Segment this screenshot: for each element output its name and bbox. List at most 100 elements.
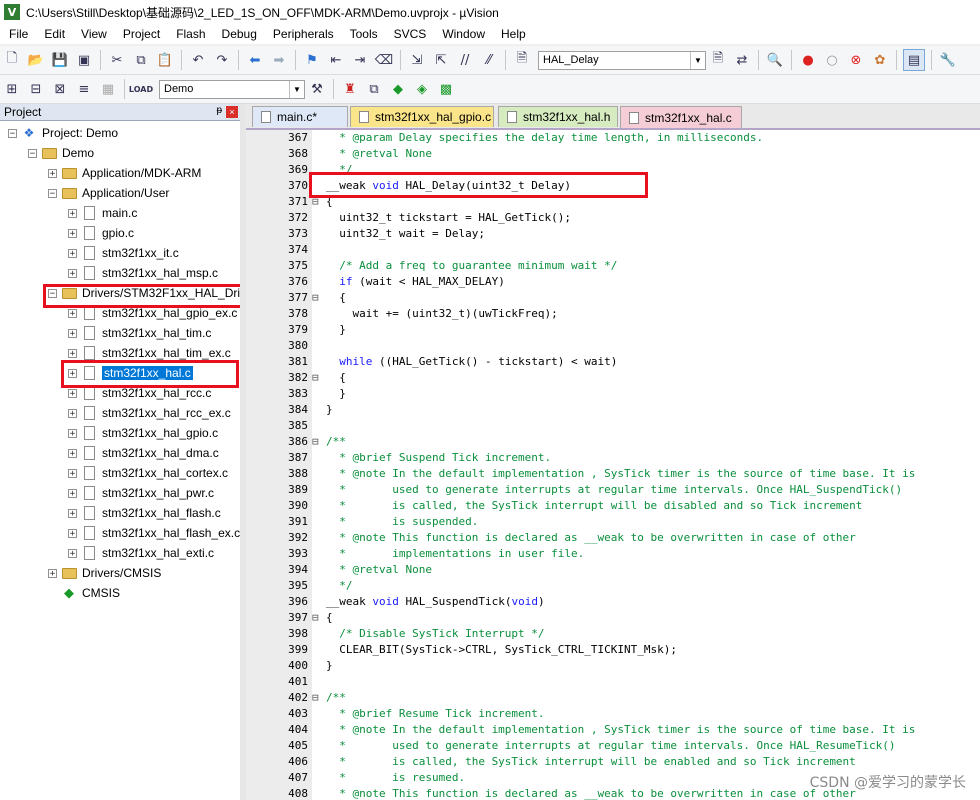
uncomment-icon[interactable]: ⁄⁄ [479, 50, 499, 70]
menu-tools[interactable]: Tools [341, 27, 385, 41]
tree-item-demo[interactable]: − Demo [28, 143, 94, 163]
batch-build-icon[interactable]: ≡ [74, 79, 94, 99]
expand-icon[interactable]: + [68, 488, 77, 498]
collapse-icon[interactable]: − [8, 128, 17, 138]
menu-svcs[interactable]: SVCS [385, 27, 434, 41]
fold-marker-icon[interactable]: ⊟ [312, 434, 322, 450]
collapse-icon[interactable]: − [28, 148, 37, 158]
fold-marker-icon[interactable]: ⊟ [312, 290, 322, 306]
menu-file[interactable]: File [0, 27, 35, 41]
menu-debug[interactable]: Debug [213, 27, 264, 41]
tree-item-application-user[interactable]: − Application/User [48, 183, 169, 203]
tree-item-stm32f1xx-hal-exti-c[interactable]: + stm32f1xx_hal_exti.c [68, 543, 214, 563]
translate-icon[interactable]: ⊞ [2, 79, 22, 99]
next-bookmark-icon[interactable]: ⇥ [350, 50, 370, 70]
manage-rte-icon[interactable]: ◈ [412, 79, 432, 99]
bookmark-icon[interactable]: ⚑ [302, 50, 322, 70]
chevron-down-icon[interactable]: ▼ [289, 80, 304, 98]
expand-icon[interactable]: + [68, 308, 77, 318]
expand-icon[interactable]: + [68, 528, 77, 538]
pin-icon[interactable]: ᵽ [216, 105, 222, 116]
chevron-down-icon[interactable]: ▼ [690, 51, 705, 69]
expand-icon[interactable]: + [68, 468, 77, 478]
fold-marker-icon[interactable]: ⊟ [312, 610, 322, 626]
tree-item-cmsis[interactable]: ◆ CMSIS [48, 583, 120, 603]
unindent-icon[interactable]: ⇱ [431, 50, 451, 70]
expand-icon[interactable] [48, 589, 57, 598]
code-editor[interactable]: 367 * @param Delay specifies the delay t… [246, 130, 980, 800]
breakpoint-icon[interactable]: ● [798, 50, 818, 70]
cut-icon[interactable]: ✂ [107, 50, 127, 70]
menu-window[interactable]: Window [433, 27, 492, 41]
build-icon[interactable]: ⊟ [26, 79, 46, 99]
menu-peripherals[interactable]: Peripherals [264, 27, 341, 41]
paste-icon[interactable]: 📋 [155, 50, 175, 70]
file-extensions-icon[interactable]: ⧉ [364, 79, 384, 99]
save-icon[interactable]: 💾 [50, 50, 70, 70]
menu-help[interactable]: Help [492, 27, 533, 41]
expand-icon[interactable]: + [68, 328, 77, 338]
tree-item-stm32f1xx-hal-dma-c[interactable]: + stm32f1xx_hal_dma.c [68, 443, 219, 463]
tree-item-drivers-cmsis[interactable]: + Drivers/CMSIS [48, 563, 161, 583]
tab-stm32f1xx-hal-c[interactable]: stm32f1xx_hal.c [620, 106, 742, 128]
tab-stm32f1xx-hal-gpio-c[interactable]: stm32f1xx_hal_gpio.c [350, 106, 494, 127]
expand-icon[interactable]: + [68, 428, 77, 438]
stop-build-icon[interactable]: ▦ [98, 79, 118, 99]
indent-icon[interactable]: ⇲ [407, 50, 427, 70]
expand-icon[interactable]: + [48, 568, 57, 578]
download-icon[interactable]: LOAD [129, 79, 153, 99]
menu-project[interactable]: Project [114, 27, 167, 41]
tab-main-c-[interactable]: main.c* [252, 106, 348, 127]
disable-breakpoint-icon[interactable]: ○ [822, 50, 842, 70]
fold-marker-icon[interactable]: ⊟ [312, 690, 322, 706]
tree-item-application-mdk-arm[interactable]: + Application/MDK-ARM [48, 163, 201, 183]
expand-icon[interactable]: + [68, 248, 77, 258]
tree-item-stm32f1xx-hal-tim-c[interactable]: + stm32f1xx_hal_tim.c [68, 323, 211, 343]
clear-bookmarks-icon[interactable]: ⌫ [374, 50, 394, 70]
save-all-icon[interactable]: ▣ [74, 50, 94, 70]
kill-breakpoints-icon[interactable]: ⊗ [846, 50, 866, 70]
select-packs-icon[interactable]: ◆ [388, 79, 408, 99]
expand-icon[interactable]: + [68, 208, 77, 218]
close-icon[interactable]: × [226, 106, 238, 118]
manage-project-icon[interactable]: ♜ [340, 79, 360, 99]
tree-item-stm32f1xx-hal-cortex-c[interactable]: + stm32f1xx_hal_cortex.c [68, 463, 228, 483]
configure-icon[interactable]: ✿ [870, 50, 890, 70]
collapse-icon[interactable]: − [48, 188, 57, 198]
rebuild-icon[interactable]: ⊠ [50, 79, 70, 99]
tree-item-stm32f1xx-hal-flash-ex-c[interactable]: + stm32f1xx_hal_flash_ex.c [68, 523, 240, 543]
tree-item-stm32f1xx-hal-pwr-c[interactable]: + stm32f1xx_hal_pwr.c [68, 483, 214, 503]
comment-icon[interactable]: // [455, 50, 475, 70]
nav-back-icon[interactable]: ⬅ [245, 50, 265, 70]
expand-icon[interactable]: + [68, 388, 77, 398]
expand-icon[interactable]: + [68, 448, 77, 458]
expand-icon[interactable]: + [68, 348, 77, 358]
target-options-icon[interactable]: ⚒ [307, 79, 327, 99]
tree-item-project-demo[interactable]: − ❖ Project: Demo [8, 123, 118, 143]
expand-icon[interactable]: + [68, 508, 77, 518]
find-in-files-icon[interactable]: 🗎 [512, 50, 532, 70]
tree-item-stm32f1xx-hal-rcc-ex-c[interactable]: + stm32f1xx_hal_rcc_ex.c [68, 403, 231, 423]
find-combo[interactable]: HAL_Delay ▼ [538, 50, 706, 70]
prev-bookmark-icon[interactable]: ⇤ [326, 50, 346, 70]
tree-item-stm32f1xx-hal-msp-c[interactable]: + stm32f1xx_hal_msp.c [68, 263, 218, 283]
pack-installer-icon[interactable]: ▩ [436, 79, 456, 99]
undo-icon[interactable]: ↶ [188, 50, 208, 70]
debug-session-icon[interactable]: 🔍 [765, 50, 785, 70]
open-file-icon[interactable]: 📂 [26, 50, 46, 70]
fold-marker-icon[interactable]: ⊟ [312, 370, 322, 386]
window-layout-icon[interactable]: ▤ [903, 49, 925, 71]
copy-icon[interactable]: ⧉ [131, 50, 151, 70]
tree-item-gpio-c[interactable]: + gpio.c [68, 223, 134, 243]
menu-flash[interactable]: Flash [167, 27, 212, 41]
tree-item-main-c[interactable]: + main.c [68, 203, 137, 223]
tab-stm32f1xx-hal-h[interactable]: stm32f1xx_hal.h [498, 106, 618, 127]
expand-icon[interactable]: + [68, 268, 77, 278]
tools-wrench-icon[interactable]: 🔧 [938, 50, 958, 70]
new-file-icon[interactable]: 🗋 [2, 50, 22, 70]
redo-icon[interactable]: ↷ [212, 50, 232, 70]
tree-item-stm32f1xx-hal-flash-c[interactable]: + stm32f1xx_hal_flash.c [68, 503, 221, 523]
find-icon[interactable]: 🗎 [708, 50, 728, 70]
tree-item-stm32f1xx-hal-gpio-c[interactable]: + stm32f1xx_hal_gpio.c [68, 423, 218, 443]
menu-edit[interactable]: Edit [35, 27, 72, 41]
